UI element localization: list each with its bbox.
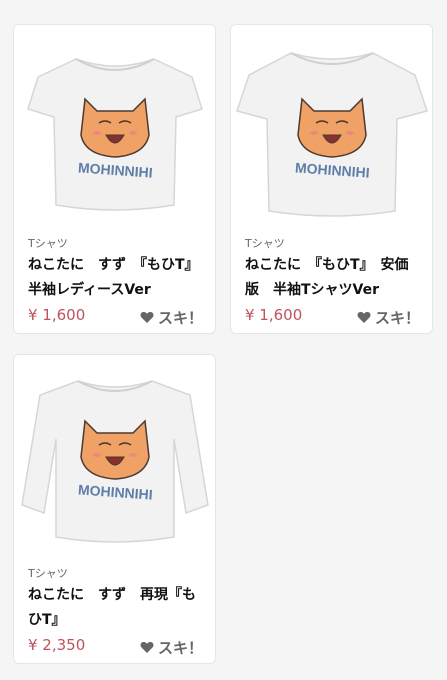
like-button[interactable]: スキ！	[140, 637, 203, 658]
product-image[interactable]: MOHINNIHI	[231, 25, 432, 227]
product-category: Tシャツ	[28, 567, 68, 580]
product-card[interactable]: MOHINNIHI Tシャツ ねこたに すず 『もひT』 半袖レディースVer …	[13, 24, 216, 334]
product-title[interactable]: ねこたに すず 再現『もひT』	[28, 583, 203, 633]
heart-icon	[357, 311, 371, 323]
product-price: ¥ 1,600	[245, 306, 303, 324]
like-label: スキ！	[157, 309, 203, 327]
like-label: スキ！	[157, 639, 203, 657]
product-card[interactable]: MOHINNIHI Tシャツ ねこたに すず 再現『もひT』 ¥ 2,350 ス…	[13, 354, 216, 664]
product-category: Tシャツ	[245, 237, 285, 250]
like-button[interactable]: スキ！	[357, 307, 420, 328]
product-title[interactable]: ねこたに すず 『もひT』 半袖レディースVer	[28, 253, 203, 303]
heart-icon	[140, 311, 154, 323]
like-label: スキ！	[374, 309, 420, 327]
like-button[interactable]: スキ！	[140, 307, 203, 328]
heart-icon	[140, 641, 154, 653]
product-title[interactable]: ねこたに 『もひT』 安価版 半袖TシャツVer	[245, 253, 420, 303]
product-image[interactable]: MOHINNIHI	[14, 25, 215, 227]
product-price: ¥ 2,350	[28, 636, 86, 654]
product-price: ¥ 1,600	[28, 306, 86, 324]
product-card[interactable]: MOHINNIHI Tシャツ ねこたに 『もひT』 安価版 半袖TシャツVer …	[230, 24, 433, 334]
product-grid: MOHINNIHI Tシャツ ねこたに すず 『もひT』 半袖レディースVer …	[0, 0, 447, 680]
product-image[interactable]: MOHINNIHI	[14, 355, 215, 557]
product-category: Tシャツ	[28, 237, 68, 250]
